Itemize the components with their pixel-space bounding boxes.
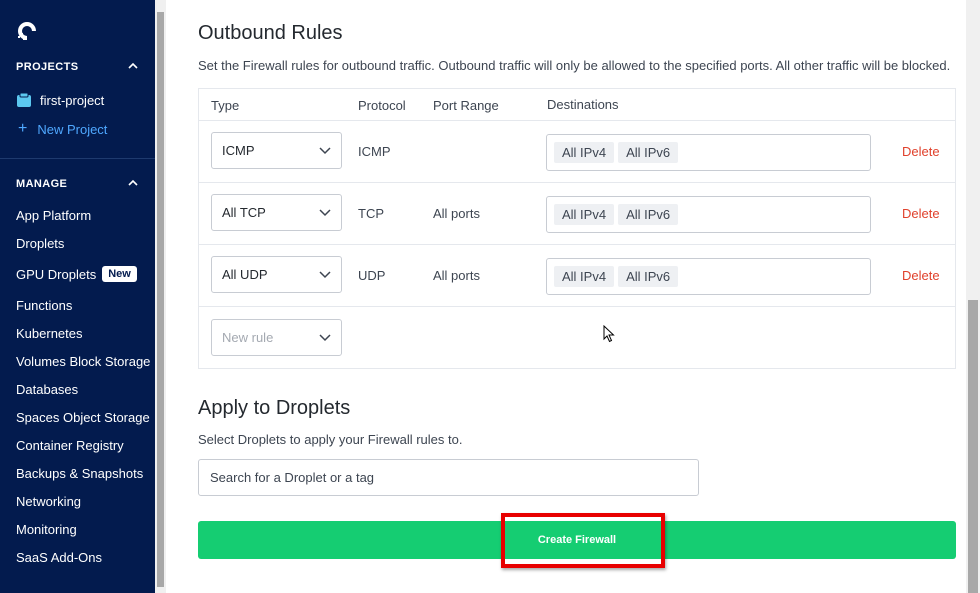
rule-protocol: UDP [358,268,386,283]
sidebar-scrollbar-thumb[interactable] [157,12,164,587]
sidebar-item-kubernetes[interactable]: Kubernetes [16,324,83,342]
rule-destinations-field[interactable]: All IPv4 All IPv6 [546,196,871,233]
row-divider [199,306,955,307]
outbound-rules-description: Set the Firewall rules for outbound traf… [198,58,951,73]
destination-chip[interactable]: All IPv4 [554,204,615,225]
nav-label: SaaS Add-Ons [16,549,102,565]
rule-destinations-field[interactable]: All IPv4 All IPv6 [546,134,871,171]
column-header-type: Type [211,98,240,113]
rule-type-select[interactable]: ICMP [211,132,342,169]
sidebar-item-app-platform[interactable]: App Platform [16,206,91,224]
nav-label: Container Registry [16,437,124,453]
rule-port-range: All ports [433,268,480,283]
sidebar-new-project[interactable]: + New Project [16,119,107,139]
mouse-cursor-icon [603,325,615,343]
sidebar-item-container-registry[interactable]: Container Registry [16,436,124,454]
nav-label: GPU Droplets [16,266,97,282]
row-divider [199,182,955,183]
nav-label: Backups & Snapshots [16,465,144,481]
projects-heading: PROJECTS [16,61,79,73]
row-divider [199,244,955,245]
destination-chip[interactable]: All IPv4 [554,142,615,163]
row-divider [199,120,955,121]
sidebar-divider [0,158,155,159]
nav-label: Droplets [16,235,65,251]
nav-label: Volumes Block Storage [16,353,151,369]
sidebar-item-functions[interactable]: Functions [16,296,72,314]
rule-protocol: TCP [358,206,384,221]
sidebar-item-databases[interactable]: Databases [16,380,78,398]
rule-protocol: ICMP [358,144,391,159]
apply-droplets-description: Select Droplets to apply your Firewall r… [198,432,463,447]
plus-icon: + [18,120,28,137]
create-firewall-button[interactable]: Create Firewall [198,521,956,559]
chevron-down-icon [319,271,331,279]
sidebar-item-spaces[interactable]: Spaces Object Storage [16,408,150,426]
apply-droplets-title: Apply to Droplets [198,397,351,419]
nav-label: Databases [16,381,79,397]
digitalocean-logo-icon[interactable] [15,19,39,43]
rule-type-value: All TCP [222,205,266,220]
sidebar-item-saas-addons[interactable]: SaaS Add-Ons [16,548,102,566]
delete-rule-link[interactable]: Delete [902,268,940,283]
rule-destinations-field[interactable]: All IPv4 All IPv6 [546,258,871,295]
droplet-search-input[interactable]: Search for a Droplet or a tag [198,459,699,496]
column-header-destinations: Destinations [547,97,619,112]
new-project-label: New Project [37,121,108,137]
chevron-down-icon [319,334,331,342]
destination-chip[interactable]: All IPv4 [554,266,615,287]
project-icon [17,92,31,107]
sidebar-item-backups[interactable]: Backups & Snapshots [16,464,143,482]
new-badge: New [102,266,137,282]
main-scrollbar-thumb[interactable] [968,300,978,593]
sidebar-item-networking[interactable]: Networking [16,492,81,510]
nav-label: Networking [16,493,82,509]
sidebar-project-first-project[interactable]: first-project [16,90,104,110]
chevron-up-icon[interactable] [127,177,139,189]
sidebar-item-monitoring[interactable]: Monitoring [16,520,77,538]
nav-label: Kubernetes [16,325,83,341]
manage-heading: MANAGE [16,178,68,190]
chevron-up-icon[interactable] [127,60,139,72]
column-header-port-range: Port Range [433,98,499,113]
rule-type-value: ICMP [222,143,255,158]
destination-chip[interactable]: All IPv6 [618,142,679,163]
rule-type-select[interactable]: All UDP [211,256,342,293]
nav-label: App Platform [16,207,92,223]
outbound-rules-title: Outbound Rules [198,22,343,44]
new-rule-placeholder: New rule [222,330,274,345]
rule-type-select[interactable]: All TCP [211,194,342,231]
chevron-down-icon [319,209,331,217]
rule-type-value: All UDP [222,267,268,282]
delete-rule-link[interactable]: Delete [902,144,940,159]
sidebar: PROJECTS first-project + New Project MAN… [0,0,155,593]
delete-rule-link[interactable]: Delete [902,206,940,221]
destination-chip[interactable]: All IPv6 [618,204,679,225]
chevron-down-icon [319,147,331,155]
sidebar-item-droplets[interactable]: Droplets [16,234,64,252]
sidebar-item-gpu-droplets[interactable]: GPU Droplets New [16,265,137,283]
nav-label: Monitoring [16,521,77,537]
column-header-protocol: Protocol [358,98,406,113]
rule-port-range: All ports [433,206,480,221]
nav-label: Spaces Object Storage [16,409,150,425]
sidebar-item-volumes[interactable]: Volumes Block Storage [16,352,150,370]
new-rule-select[interactable]: New rule [211,319,342,356]
nav-label: Functions [16,297,73,313]
destination-chip[interactable]: All IPv6 [618,266,679,287]
project-label: first-project [40,92,105,108]
